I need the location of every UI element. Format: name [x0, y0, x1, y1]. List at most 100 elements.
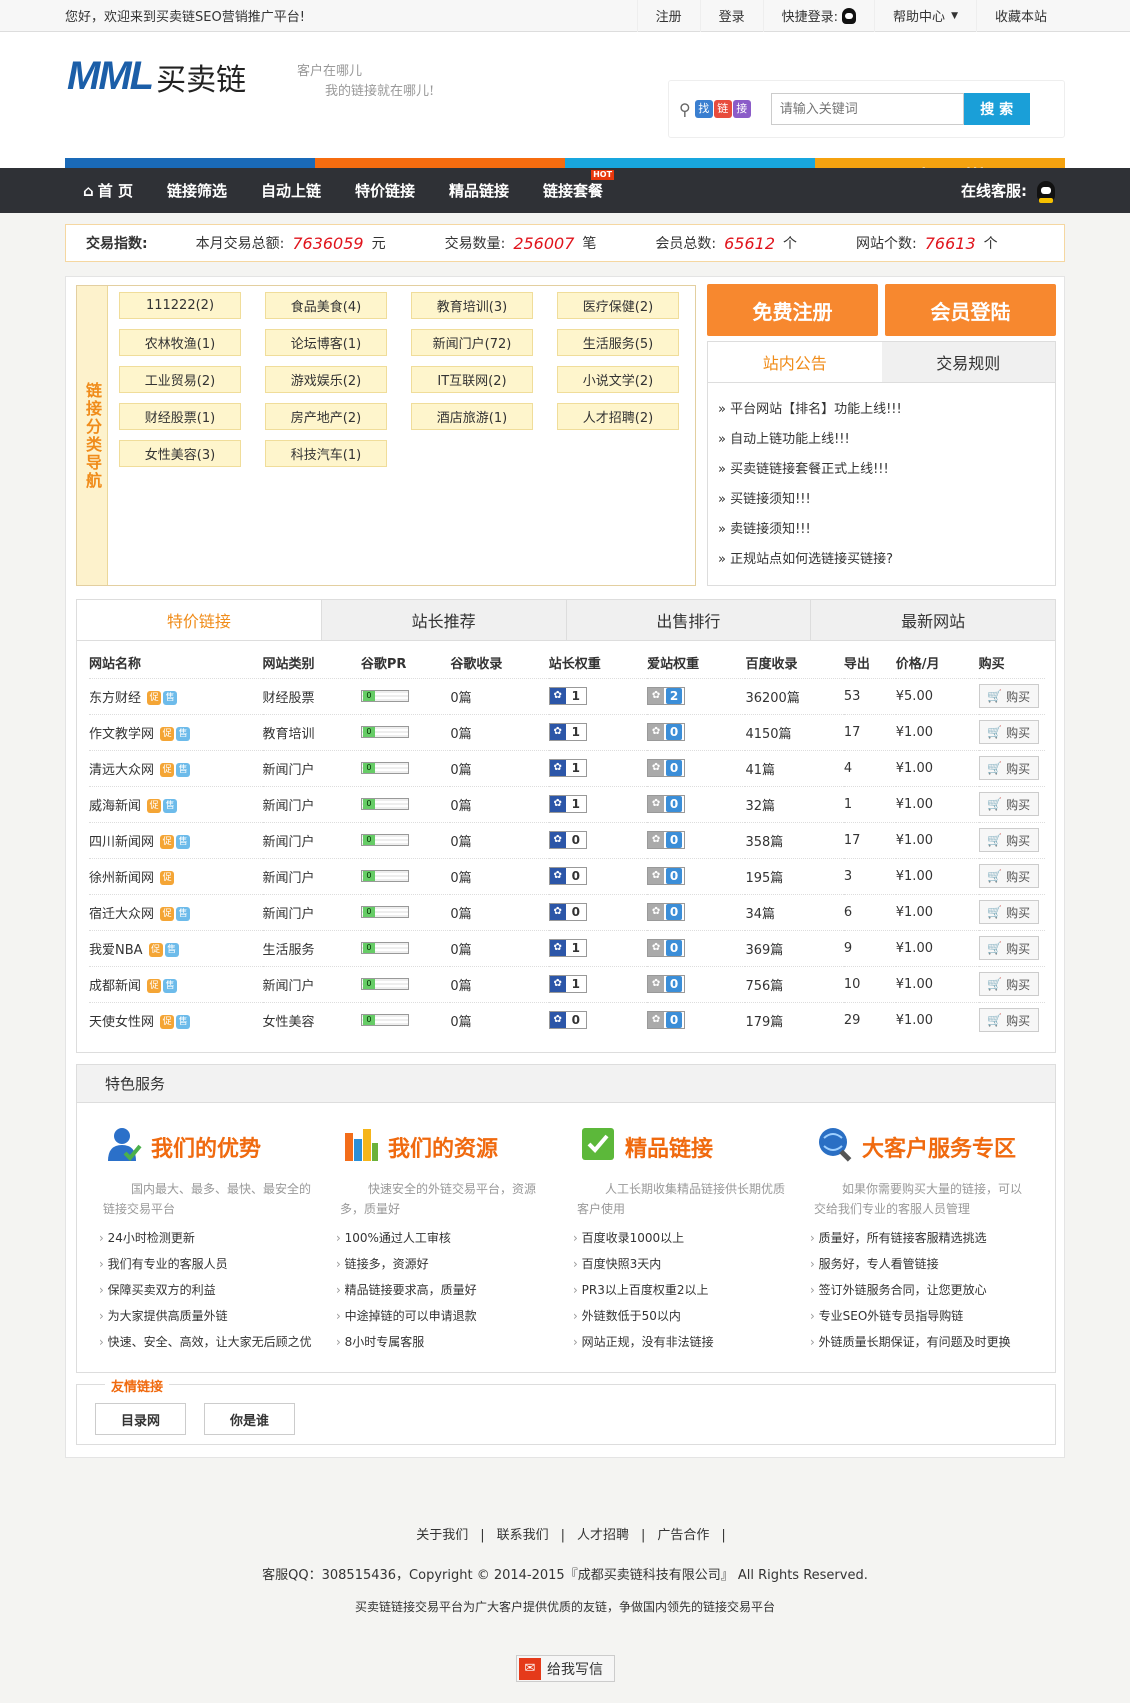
write-to-us-button[interactable]: ✉ 给我写信 — [516, 1655, 615, 1682]
site-link[interactable]: 我爱NBA — [89, 943, 143, 958]
category-item[interactable]: 科技汽车(1) — [265, 440, 387, 467]
nav-home[interactable]: ⌂ 首 页 — [65, 168, 150, 213]
nav-link-filter[interactable]: 链接筛选 — [150, 168, 244, 213]
notice-item[interactable]: » 平台网站【排名】功能上线!!! — [718, 395, 1045, 425]
site-logo[interactable]: MML 买卖链 — [67, 54, 246, 99]
nav-premium-links[interactable]: 精品链接 — [432, 168, 526, 213]
site-link[interactable]: 四川新闻网 — [89, 835, 154, 850]
buy-button[interactable]: 🛒 购买 — [978, 864, 1039, 888]
category-item[interactable]: 食品美食(4) — [265, 292, 387, 319]
site-link[interactable]: 徐州新闻网 — [89, 871, 154, 886]
favorite-link[interactable]: 收藏本站 — [975, 0, 1065, 32]
category-item[interactable]: 女性美容(3) — [119, 440, 241, 467]
category-item[interactable]: 教育培训(3) — [411, 292, 533, 319]
free-register-button[interactable]: 免费注册 — [707, 284, 878, 336]
cell-baidu-index: 41篇 — [745, 749, 844, 786]
category-item[interactable]: 医疗保健(2) — [557, 292, 679, 319]
buy-button[interactable]: 🛒 购买 — [978, 936, 1039, 960]
weight-value: 2 — [666, 688, 683, 704]
category-item[interactable]: 111222(2) — [119, 292, 241, 319]
online-service[interactable]: 在线客服: — [961, 168, 1055, 213]
category-item[interactable]: 工业贸易(2) — [119, 366, 241, 393]
paw-icon: ✿ — [549, 904, 566, 920]
tab-trade-rules[interactable]: 交易规则 — [881, 342, 1055, 382]
category-item[interactable]: 财经股票(1) — [119, 403, 241, 430]
buy-button[interactable]: 🛒 购买 — [978, 756, 1039, 780]
category-item[interactable]: IT互联网(2) — [411, 366, 533, 393]
feature-point: 链接多，资源好 — [336, 1251, 573, 1277]
buy-button[interactable]: 🛒 购买 — [978, 684, 1039, 708]
slogan-line2: 我的链接就在哪儿! — [325, 84, 435, 99]
buy-button[interactable]: 🛒 购买 — [978, 792, 1039, 816]
tab-announcements[interactable]: 站内公告 — [708, 342, 882, 382]
weight-badge: ✿ 0 — [548, 1011, 587, 1030]
stat-value: 256007 — [513, 233, 575, 253]
category-item[interactable]: 酒店旅游(1) — [411, 403, 533, 430]
site-link[interactable]: 威海新闻 — [89, 799, 141, 814]
buy-button[interactable]: 🛒 购买 — [978, 720, 1039, 744]
cell-baidu-index: 195篇 — [745, 857, 844, 894]
category-item[interactable]: 人才招聘(2) — [557, 403, 679, 430]
buy-button[interactable]: 🛒 购买 — [978, 972, 1039, 996]
category-item[interactable]: 农林牧渔(1) — [119, 329, 241, 356]
footer-tagline: 买卖链链接交易平台为广大客户提供优质的友链，争做国内领先的链接交易平台 — [354, 1600, 775, 1614]
category-item[interactable]: 新闻门户(72) — [411, 329, 533, 356]
site-link[interactable]: 东方财经 — [89, 691, 141, 706]
buy-button[interactable]: 🛒 购买 — [978, 900, 1039, 924]
weight-value: 0 — [571, 905, 580, 919]
search-button[interactable]: 搜 索 — [963, 93, 1030, 125]
category-item[interactable]: 游戏娱乐(2) — [265, 366, 387, 393]
cell-price: ¥1.00 — [895, 749, 979, 786]
category-item[interactable]: 生活服务(5) — [557, 329, 679, 356]
tab-recommended[interactable]: 站长推荐 — [320, 600, 566, 640]
search-input[interactable] — [770, 93, 964, 125]
footer-link[interactable]: 联系我们 — [497, 1528, 549, 1543]
site-link[interactable]: 天使女性网 — [89, 1015, 154, 1030]
friend-link[interactable]: 目录网 — [95, 1403, 186, 1435]
sale-badge: 售 — [176, 835, 191, 849]
site-link[interactable]: 作文教学网 — [89, 727, 154, 742]
friend-link[interactable]: 你是谁 — [204, 1403, 295, 1435]
category-item[interactable]: 房产地产(2) — [265, 403, 387, 430]
register-link[interactable]: 注册 — [636, 0, 700, 32]
nav-auto-link[interactable]: 自动上链 — [244, 168, 338, 213]
category-item[interactable]: 小说文学(2) — [557, 366, 679, 393]
feature-point: 快速、安全、高效，让大家无后顾之优 — [99, 1329, 336, 1355]
sale-badge: 售 — [176, 1015, 191, 1030]
quick-login[interactable]: 快捷登录: — [762, 0, 874, 32]
notice-item[interactable]: » 买链接须知!!! — [718, 485, 1045, 515]
nav-link-package[interactable]: 链接套餐 HOT — [526, 168, 620, 213]
category-item[interactable]: 论坛博客(1) — [265, 329, 387, 356]
site-link[interactable]: 宿迁大众网 — [89, 907, 154, 922]
cell-webmaster-weight: ✿ 1 — [548, 713, 648, 750]
notice-item[interactable]: » 自动上链功能上线!!! — [718, 425, 1045, 455]
table-row: 宿迁大众网 促售新闻门户0篇✿0✿034篇6¥1.00🛒购买 — [89, 893, 1045, 930]
notice-item[interactable]: » 正规站点如何选链接买链接? — [718, 545, 1045, 575]
nav-special-price[interactable]: 特价链接 — [338, 168, 432, 213]
promo-badge: 促 — [147, 979, 162, 993]
tab-newest[interactable]: 最新网站 — [810, 600, 1055, 640]
buy-button[interactable]: 🛒 购买 — [978, 1008, 1039, 1033]
paw-icon: ✿ — [648, 760, 665, 776]
listing-tabs: 特价链接 站长推荐 出售排行 最新网站 — [77, 600, 1055, 641]
tab-sales-ranking[interactable]: 出售排行 — [565, 600, 811, 640]
site-link[interactable]: 清远大众网 — [89, 763, 154, 778]
footer-link[interactable]: 人才招聘 — [577, 1528, 629, 1543]
cart-icon: 🛒 — [987, 1013, 1003, 1028]
footer-link[interactable]: 广告合作 — [657, 1528, 709, 1543]
site-link[interactable]: 成都新闻 — [89, 979, 141, 994]
footer-link[interactable]: 关于我们 — [416, 1528, 468, 1543]
cell-price: ¥1.00 — [895, 893, 979, 930]
help-center-link[interactable]: 帮助中心 ▼ — [874, 0, 976, 32]
tab-special-price[interactable]: 特价链接 — [77, 600, 321, 640]
member-login-button[interactable]: 会员登陆 — [885, 284, 1056, 336]
stat-value: 7636059 — [292, 233, 364, 253]
cell-site-name: 徐州新闻网 促 — [89, 857, 263, 894]
notice-item[interactable]: » 卖链接须知!!! — [718, 515, 1045, 545]
qq-icon[interactable] — [842, 7, 857, 24]
notice-item[interactable]: » 买卖链链接套餐正式上线!!! — [718, 455, 1045, 485]
buy-button[interactable]: 🛒 购买 — [978, 828, 1039, 852]
qq-icon[interactable] — [1037, 180, 1055, 203]
weight-value: 1 — [571, 941, 580, 955]
login-link[interactable]: 登录 — [699, 0, 763, 32]
